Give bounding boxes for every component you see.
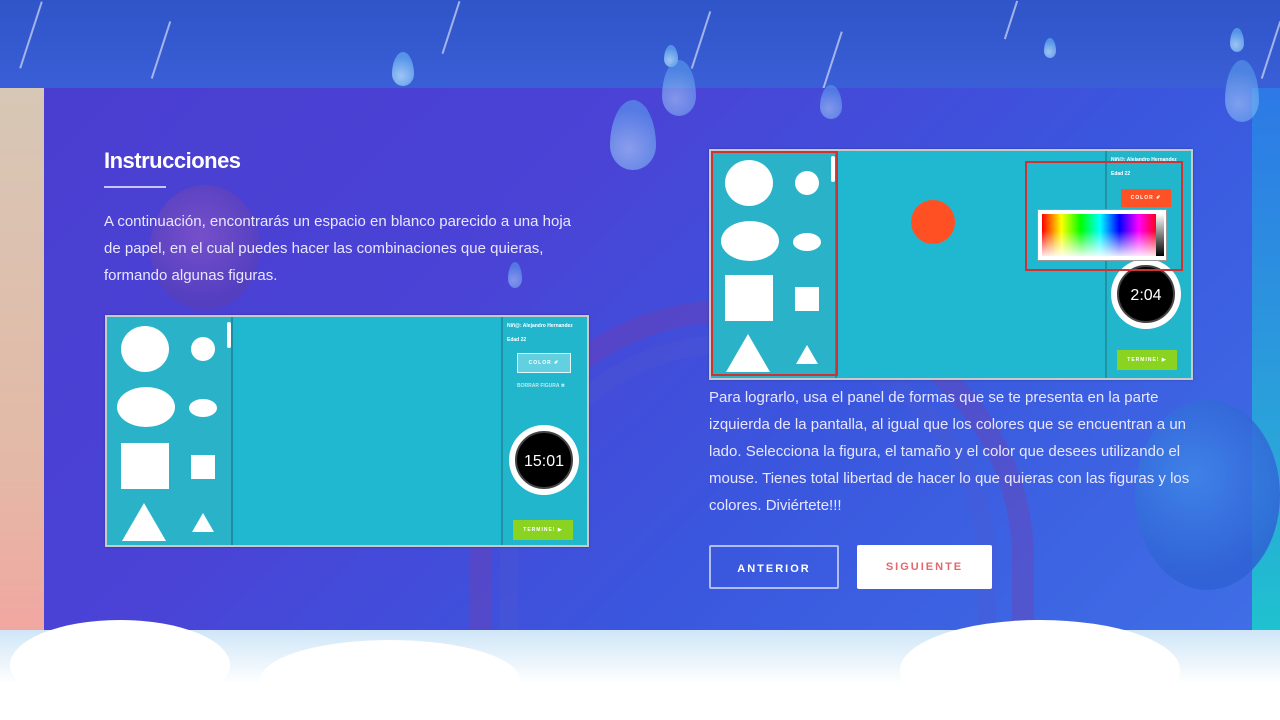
- rain-drop: [392, 52, 414, 86]
- rain-streak: [690, 11, 712, 69]
- title-underline: [104, 186, 166, 188]
- large-triangle-shape: [122, 503, 166, 541]
- small-ellipse-shape: [189, 399, 217, 417]
- color-button: COLOR ✐: [517, 353, 571, 373]
- rain-drop: [1230, 28, 1244, 52]
- rain-streak: [441, 1, 461, 54]
- shapes-panel: [107, 317, 233, 545]
- cloud: [10, 620, 230, 710]
- cloud: [900, 620, 1180, 720]
- timer: 15:01: [509, 425, 579, 495]
- left-edge-strip: [0, 88, 44, 632]
- highlight-shapes-box: [711, 151, 838, 376]
- next-button[interactable]: SIGUIENTE: [857, 545, 992, 589]
- rain-drop: [1044, 38, 1056, 58]
- rain-streak: [1003, 0, 1019, 40]
- timer-display: 2:04: [1117, 265, 1175, 323]
- cloud: [260, 640, 520, 720]
- rain-streak: [150, 21, 172, 79]
- rain-streak: [1260, 21, 1280, 79]
- intro-paragraph: A continuación, encontrarás un espacio e…: [104, 213, 571, 284]
- app-screenshot-1: Niñ@: Alejandro Hernandez Edad 22 COLOR …: [105, 315, 589, 547]
- app-screenshot-2: Niñ@: Alejandro Hernandez Edad 22 COLOR …: [709, 149, 1193, 380]
- detail-paragraph: Para lograrlo, usa el panel de formas qu…: [709, 389, 1190, 514]
- page-title: Instrucciones: [104, 148, 241, 173]
- age-label: Edad 22: [507, 337, 527, 343]
- placed-circle-shape: [911, 200, 955, 244]
- large-circle-shape: [121, 326, 169, 372]
- large-square-shape: [121, 443, 169, 489]
- user-label: Niñ@: Alejandro Hernandez: [507, 323, 573, 329]
- small-square-shape: [191, 455, 215, 479]
- timer-display: 15:01: [515, 431, 573, 489]
- rain-streak: [19, 1, 43, 69]
- tools-panel: Niñ@: Alejandro Hernandez Edad 22 COLOR …: [501, 317, 587, 545]
- previous-button[interactable]: ANTERIOR: [709, 545, 839, 589]
- small-triangle-shape: [192, 513, 214, 532]
- finish-button: TERMINE! ▶: [513, 520, 573, 540]
- finish-button: TERMINE! ▶: [1117, 350, 1177, 370]
- delete-shape-label: BORRAR FIGURA ✖: [517, 383, 565, 389]
- highlight-color-box: [1025, 161, 1183, 271]
- rain-drop: [1225, 60, 1259, 122]
- clouds-footer: [0, 620, 1280, 720]
- small-circle-shape: [191, 337, 215, 361]
- scrollbar: [227, 322, 231, 348]
- large-ellipse-shape: [117, 387, 175, 427]
